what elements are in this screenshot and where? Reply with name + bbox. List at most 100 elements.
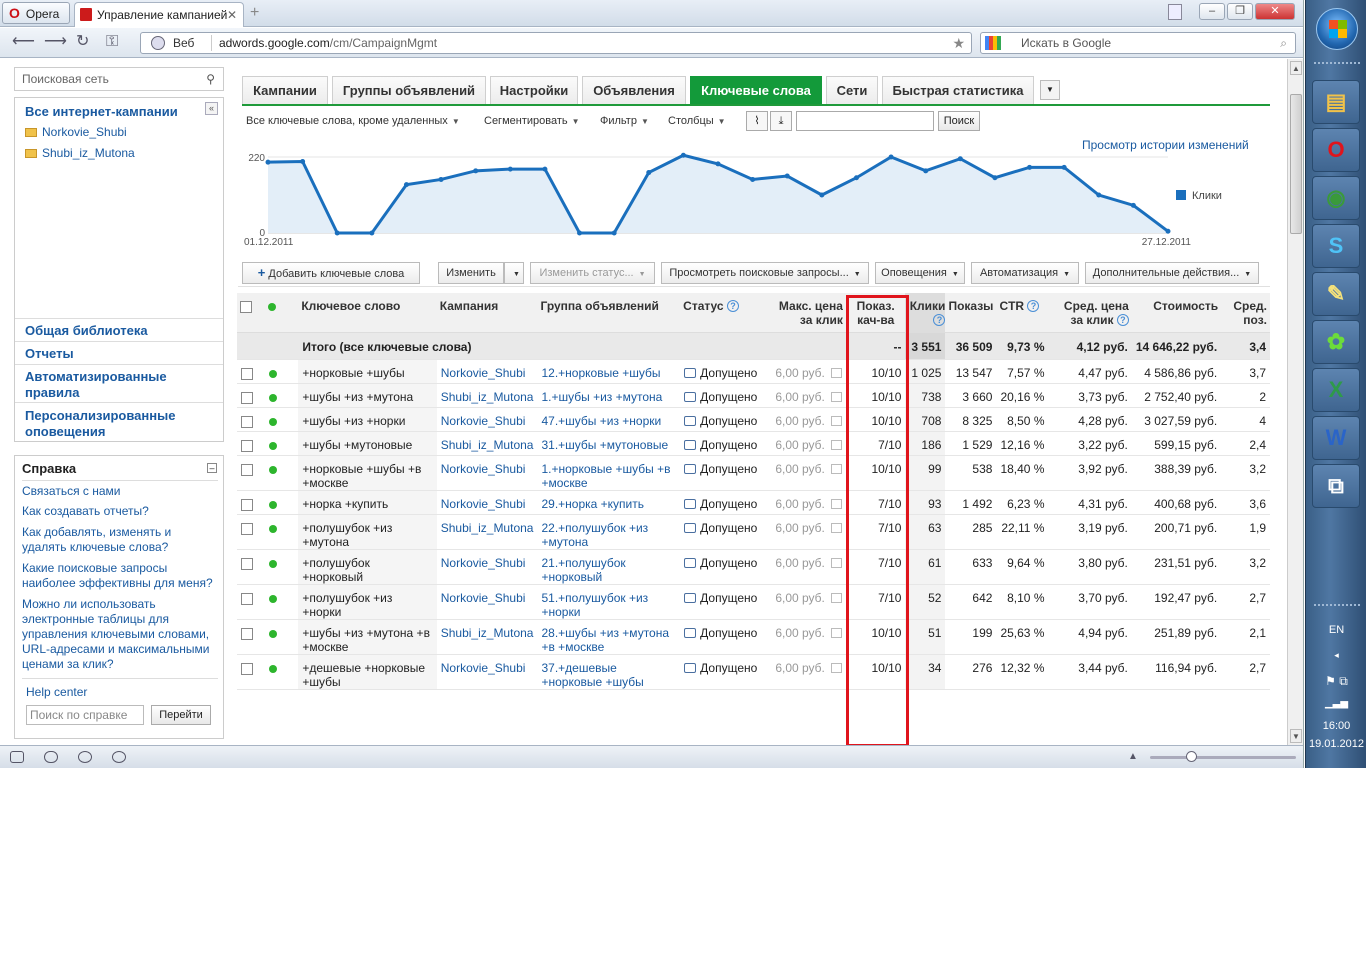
- max-cpc-cell[interactable]: 6,00 руб.: [766, 383, 846, 408]
- enabled-dot-icon[interactable]: [268, 500, 277, 509]
- close-window-button[interactable]: ✕: [1255, 3, 1295, 20]
- tray-system-icons[interactable]: ⚑ ⧉: [1306, 674, 1366, 689]
- new-tab-icon[interactable]: +: [250, 4, 259, 22]
- chart-toggle-icon[interactable]: ⌇: [746, 111, 768, 131]
- row-checkbox[interactable]: [241, 662, 253, 675]
- unite-cloud-icon[interactable]: [44, 751, 58, 763]
- max-cpc-cell[interactable]: 6,00 руб.: [766, 514, 846, 550]
- keyword-cell[interactable]: +полушубок +из +мутона: [298, 514, 437, 550]
- keyword-cell[interactable]: +полушубок +из +норки: [298, 584, 437, 620]
- scroll-up-icon[interactable]: ▲: [1290, 61, 1302, 75]
- search-icon[interactable]: ⚲: [206, 68, 215, 90]
- row-checkbox[interactable]: [241, 557, 253, 570]
- help-link[interactable]: Какие поисковые запросы наиболее эффекти…: [22, 561, 222, 591]
- collapse-help-icon[interactable]: –: [207, 463, 217, 473]
- row-checkbox[interactable]: [241, 367, 253, 380]
- chrome-app-icon[interactable]: ◉: [1312, 176, 1360, 220]
- tab-campaigns[interactable]: Кампании: [242, 76, 328, 104]
- columns-dropdown[interactable]: Столбцы ▼: [668, 112, 726, 131]
- download-icon[interactable]: ⤓: [770, 111, 792, 131]
- more-actions-dropdown[interactable]: Дополнительные действия... ▼: [1085, 262, 1259, 284]
- bid-chart-icon[interactable]: [830, 439, 842, 450]
- keyword-cell[interactable]: +шубы +из +мутона +в +москве: [298, 619, 437, 655]
- ad-group-link[interactable]: 29.+норка +купить: [537, 490, 681, 515]
- select-all-checkbox[interactable]: [240, 301, 252, 313]
- tab-ad-groups[interactable]: Группы объявлений: [332, 76, 486, 104]
- clock-time[interactable]: 16:00: [1306, 720, 1366, 732]
- tab-quick-stats[interactable]: Быстрая статистика: [882, 76, 1034, 104]
- ad-group-link[interactable]: 47.+шубы +из +норки: [537, 407, 681, 432]
- col-ad-group[interactable]: Группа объявлений: [537, 293, 681, 333]
- panel-toggle-icon[interactable]: [10, 751, 24, 763]
- excel-app-icon[interactable]: X: [1312, 368, 1360, 412]
- help-link[interactable]: Можно ли использовать электронные таблиц…: [22, 597, 222, 672]
- help-center-link[interactable]: Help center: [26, 685, 226, 700]
- comment-bubble-icon[interactable]: [684, 592, 697, 603]
- comment-bubble-icon[interactable]: [684, 627, 697, 638]
- keyword-cell[interactable]: +норка +купить: [298, 490, 437, 515]
- tab-keywords[interactable]: Ключевые слова: [690, 76, 822, 104]
- shared-library-link[interactable]: Общая библиотека: [25, 323, 148, 339]
- max-cpc-cell[interactable]: 6,00 руб.: [766, 455, 846, 491]
- search-icon[interactable]: ⌕: [1280, 33, 1287, 53]
- ad-group-link[interactable]: 51.+полушубок +из +норки: [537, 584, 681, 620]
- campaign-link[interactable]: Norkovie_Shubi: [436, 584, 538, 620]
- help-icon[interactable]: ?: [1027, 300, 1040, 312]
- back-icon[interactable]: ⟵: [12, 34, 35, 50]
- enabled-dot-icon[interactable]: [268, 369, 277, 378]
- campaign-link[interactable]: Norkovie_Shubi: [436, 359, 538, 384]
- bid-chart-icon[interactable]: [830, 592, 842, 603]
- row-checkbox[interactable]: [241, 463, 253, 476]
- campaign-item[interactable]: Shubi_iz_Mutona: [25, 146, 135, 160]
- edit-button[interactable]: Изменить: [438, 262, 504, 284]
- scroll-down-icon[interactable]: ▼: [1290, 729, 1302, 743]
- row-checkbox[interactable]: [241, 522, 253, 535]
- collapse-sidebar-icon[interactable]: «: [205, 102, 218, 115]
- word-app-icon[interactable]: W: [1312, 416, 1360, 460]
- comment-bubble-icon[interactable]: [684, 415, 697, 426]
- comment-bubble-icon[interactable]: [684, 439, 697, 450]
- keyword-cell[interactable]: +шубы +из +мутона: [298, 383, 437, 408]
- max-cpc-cell[interactable]: 6,00 руб.: [766, 490, 846, 515]
- custom-alerts-link[interactable]: Персонализированные оповещения: [25, 408, 205, 440]
- change-status-dropdown[interactable]: Изменить статус... ▼: [530, 262, 655, 284]
- enabled-dot-icon[interactable]: [268, 594, 277, 603]
- campaign-link[interactable]: Shubi_iz_Mutona: [436, 619, 538, 655]
- tab-settings[interactable]: Настройки: [490, 76, 578, 104]
- windows-start-button[interactable]: [1316, 8, 1358, 50]
- automate-dropdown[interactable]: Автоматизация ▼: [971, 262, 1079, 284]
- explorer-folder-icon[interactable]: ▤: [1312, 80, 1360, 124]
- col-cost[interactable]: Стоимость: [1131, 293, 1222, 333]
- segment-dropdown[interactable]: Сегментировать ▼: [484, 112, 580, 131]
- col-clicks[interactable]: Клики?: [905, 293, 946, 333]
- view-search-queries-dropdown[interactable]: Просмотреть поисковые запросы... ▼: [661, 262, 869, 284]
- enabled-dot-icon[interactable]: [268, 664, 277, 673]
- bid-chart-icon[interactable]: [830, 522, 842, 533]
- ad-group-link[interactable]: 1.+норковые +шубы +в +москве: [537, 455, 681, 491]
- max-cpc-cell[interactable]: 6,00 руб.: [766, 407, 846, 432]
- trash-icon[interactable]: [1168, 4, 1182, 20]
- max-cpc-cell[interactable]: 6,00 руб.: [766, 431, 846, 456]
- clock-date[interactable]: 19.01.2012: [1306, 738, 1366, 750]
- campaign-link[interactable]: Norkovie_Shubi: [436, 490, 538, 515]
- tray-expand-icon[interactable]: ◂: [1306, 650, 1366, 661]
- speed-dial-icon[interactable]: [112, 751, 126, 763]
- max-cpc-cell[interactable]: 6,00 руб.: [766, 654, 846, 690]
- max-cpc-cell[interactable]: 6,00 руб.: [766, 619, 846, 655]
- campaign-link[interactable]: Norkovie_Shubi: [436, 654, 538, 690]
- bid-chart-icon[interactable]: [830, 391, 842, 402]
- campaign-link[interactable]: Shubi_iz_Mutona: [436, 383, 538, 408]
- keyword-cell[interactable]: +дешевые +норковые +шубы: [298, 654, 437, 690]
- opera-app-icon[interactable]: O: [1312, 128, 1360, 172]
- ad-group-link[interactable]: 21.+полушубок +норковый: [537, 549, 681, 585]
- tab-ads[interactable]: Объявления: [582, 76, 686, 104]
- add-keywords-button[interactable]: + Добавить ключевые слова: [242, 262, 420, 284]
- ad-group-link[interactable]: 37.+дешевые +норковые +шубы: [537, 654, 681, 690]
- comment-bubble-icon[interactable]: [684, 463, 697, 474]
- automated-rules-link[interactable]: Автоматизированные правила: [25, 369, 205, 401]
- bid-chart-icon[interactable]: [830, 367, 842, 378]
- close-tab-icon[interactable]: ✕: [227, 3, 237, 27]
- comment-bubble-icon[interactable]: [684, 557, 697, 568]
- reports-link[interactable]: Отчеты: [25, 346, 74, 362]
- reload-icon[interactable]: ↻: [76, 34, 89, 50]
